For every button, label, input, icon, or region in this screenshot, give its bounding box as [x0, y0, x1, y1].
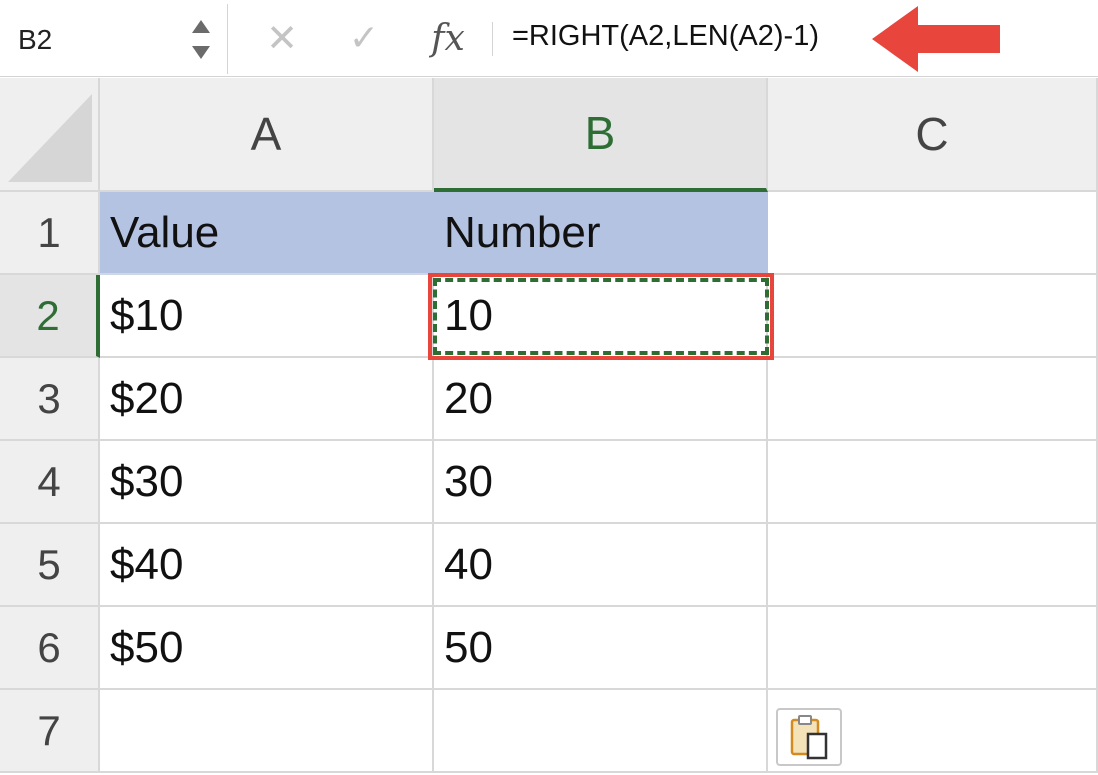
close-icon[interactable]: ✕: [262, 14, 302, 62]
row-header-7[interactable]: 7: [0, 690, 100, 773]
chevron-down-icon: [192, 46, 210, 59]
row-header-4[interactable]: 4: [0, 441, 100, 524]
cell-a3[interactable]: $20: [100, 358, 434, 441]
column-header-a[interactable]: A: [100, 78, 434, 192]
spreadsheet-grid: A B C 1 Value Number 2 $10 10 3 $20 20 4…: [0, 78, 1098, 775]
highlight-box-annotation: [428, 273, 774, 360]
cell-b3[interactable]: 20: [434, 358, 768, 441]
name-box-value: B2: [18, 24, 53, 55]
row-header-3[interactable]: 3: [0, 358, 100, 441]
cell-a1[interactable]: Value: [100, 192, 434, 275]
cell-b6[interactable]: 50: [434, 607, 768, 690]
cell-a4[interactable]: $30: [100, 441, 434, 524]
row-header-1[interactable]: 1: [0, 192, 100, 275]
cell-c3[interactable]: [768, 358, 1098, 441]
row-header-2[interactable]: 2: [0, 275, 100, 358]
row-header-6[interactable]: 6: [0, 607, 100, 690]
cell-a5[interactable]: $40: [100, 524, 434, 607]
cell-b1[interactable]: Number: [434, 192, 768, 275]
paste-options-button[interactable]: [776, 708, 842, 766]
cell-c6[interactable]: [768, 607, 1098, 690]
chevron-up-icon: [192, 20, 210, 33]
formula-bar-divider: [492, 22, 493, 56]
fx-icon[interactable]: fx: [420, 14, 476, 62]
cell-b5[interactable]: 40: [434, 524, 768, 607]
cell-c4[interactable]: [768, 441, 1098, 524]
name-box[interactable]: B2: [0, 4, 228, 74]
column-header-b[interactable]: B: [434, 78, 768, 192]
cell-a7[interactable]: [100, 690, 434, 773]
cell-b4[interactable]: 30: [434, 441, 768, 524]
formula-bar: B2 ✕ ✓ fx =RIGHT(A2,LEN(A2)-1): [0, 0, 1098, 77]
select-all-corner[interactable]: [0, 78, 100, 192]
cell-a2[interactable]: $10: [100, 275, 434, 358]
row-header-5[interactable]: 5: [0, 524, 100, 607]
clipboard-icon: [790, 715, 828, 760]
cell-b7[interactable]: [434, 690, 768, 773]
name-box-dropdown[interactable]: [186, 18, 216, 66]
checkmark-icon[interactable]: ✓: [342, 14, 386, 62]
red-arrow-icon: [872, 6, 1000, 72]
corner-triangle-icon: [8, 94, 92, 182]
formula-input[interactable]: =RIGHT(A2,LEN(A2)-1): [512, 20, 819, 53]
cell-c2[interactable]: [768, 275, 1098, 358]
cell-a6[interactable]: $50: [100, 607, 434, 690]
cell-c5[interactable]: [768, 524, 1098, 607]
cell-c1[interactable]: [768, 192, 1098, 275]
column-header-c[interactable]: C: [768, 78, 1098, 192]
